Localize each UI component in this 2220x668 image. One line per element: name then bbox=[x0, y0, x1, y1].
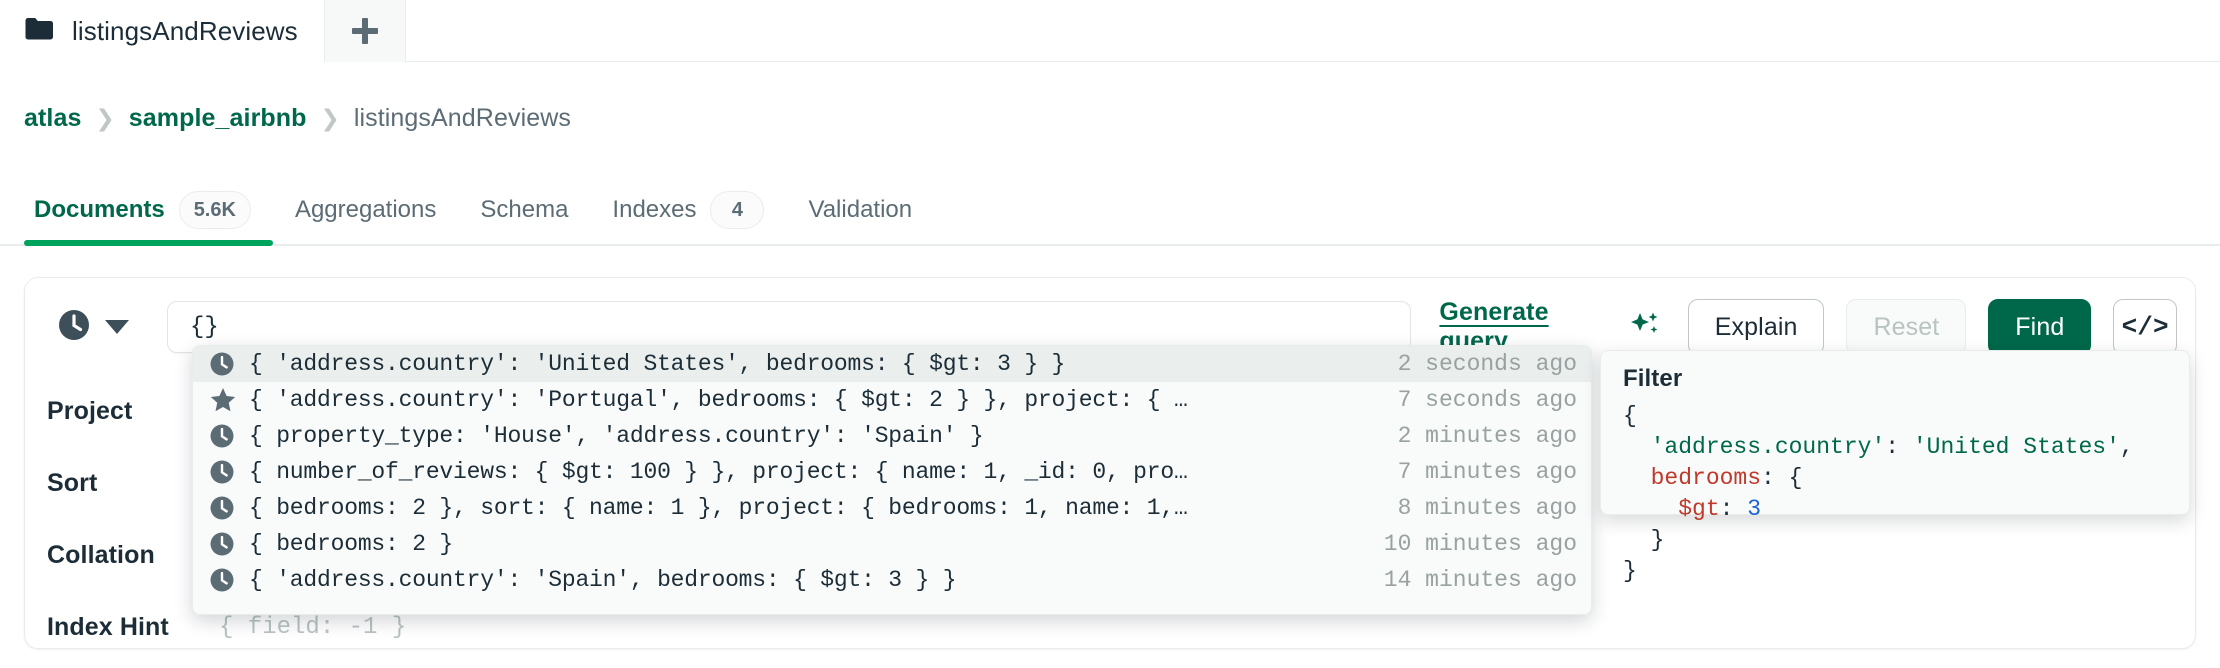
clock-icon bbox=[209, 423, 249, 449]
clock-icon bbox=[209, 351, 249, 377]
query-history-item-query: { 'address.country': 'Spain', bedrooms: … bbox=[249, 567, 957, 593]
clock-icon bbox=[209, 459, 249, 485]
filter-tooltip-code-line: $gt: 3 bbox=[1623, 496, 1762, 522]
tab-indexes-count-badge: 4 bbox=[710, 191, 765, 229]
filter-tooltip-code: { 'address.country': 'United States', be… bbox=[1623, 401, 2189, 587]
query-history-item[interactable]: { 'address.country': 'Portugal', bedroom… bbox=[193, 382, 1591, 418]
filter-tooltip-code-line: { bbox=[1623, 403, 1637, 429]
collection-nav-tabs: Documents 5.6K Aggregations Schema Index… bbox=[0, 176, 2220, 246]
plus-icon bbox=[351, 18, 378, 44]
query-history-item[interactable]: { 'address.country': 'United States', be… bbox=[193, 346, 1591, 382]
query-history-item[interactable]: { bedrooms: 2 } 10 minutes ago bbox=[193, 526, 1591, 562]
tab-validation[interactable]: Validation bbox=[786, 176, 934, 244]
collection-tab-title: listingsAndReviews bbox=[72, 15, 298, 46]
breadcrumb-separator-icon: ❯ bbox=[95, 105, 115, 131]
filter-tooltip-code-line: 'address.country': 'United States', bbox=[1623, 434, 2134, 460]
query-history-item-time: 7 minutes ago bbox=[1397, 459, 1577, 485]
filter-tooltip: Filter { 'address.country': 'United Stat… bbox=[1600, 350, 2190, 584]
query-history-item-query: { 'address.country': 'United States', be… bbox=[249, 351, 1066, 377]
filter-tooltip-title: Filter bbox=[1623, 365, 1683, 392]
reset-button[interactable]: Reset bbox=[1846, 299, 1967, 355]
tab-bar-empty-space bbox=[405, 0, 2220, 61]
explain-label: Explain bbox=[1714, 312, 1798, 341]
query-history-item-query: { bedrooms: 2 }, sort: { name: 1 }, proj… bbox=[249, 495, 1188, 521]
mongodb-compass-window: listingsAndReviews atlas ❯ sample_airbnb… bbox=[0, 0, 2220, 668]
collection-tab[interactable]: listingsAndReviews bbox=[0, 0, 324, 62]
query-history-item-query: { bedrooms: 2 } bbox=[249, 531, 454, 557]
query-history-item-time: 10 minutes ago bbox=[1383, 531, 1577, 557]
export-to-language-button[interactable]: </> bbox=[2113, 299, 2177, 355]
clock-icon bbox=[209, 567, 249, 593]
query-history-item-time: 2 seconds ago bbox=[1397, 351, 1577, 377]
query-history-dropdown[interactable]: { 'address.country': 'United States', be… bbox=[192, 345, 1592, 615]
code-icon: </> bbox=[2121, 312, 2169, 342]
breadcrumb-separator-icon: ❯ bbox=[320, 105, 340, 131]
query-history-item-query: { 'address.country': 'Portugal', bedroom… bbox=[249, 387, 1188, 413]
query-history-item[interactable]: { bedrooms: 2 }, sort: { name: 1 }, proj… bbox=[193, 490, 1591, 526]
sparkle-icon bbox=[1628, 308, 1662, 347]
query-history-item-query: { number_of_reviews: { $gt: 100 } }, pro… bbox=[249, 459, 1188, 485]
collection-tab-bar: listingsAndReviews bbox=[0, 0, 2220, 62]
tab-indexes[interactable]: Indexes 4 bbox=[590, 176, 786, 244]
find-label: Find bbox=[2015, 312, 2065, 341]
index-hint-label: Index Hint bbox=[47, 612, 169, 641]
tab-indexes-label: Indexes bbox=[612, 196, 697, 223]
new-tab-button[interactable] bbox=[323, 0, 406, 62]
query-history-item-time: 2 minutes ago bbox=[1397, 423, 1577, 449]
query-history-item[interactable]: { 'address.country': 'Spain', bedrooms: … bbox=[193, 562, 1591, 598]
folder-icon bbox=[24, 16, 54, 47]
tab-validation-label: Validation bbox=[808, 196, 913, 223]
breadcrumb-item-atlas[interactable]: atlas bbox=[24, 104, 81, 133]
query-filter-value: {} bbox=[190, 313, 219, 341]
chevron-down-icon bbox=[105, 320, 129, 334]
query-history-item[interactable]: { number_of_reviews: { $gt: 100 } }, pro… bbox=[193, 454, 1591, 490]
tab-documents[interactable]: Documents 5.6K bbox=[24, 176, 273, 246]
clock-icon bbox=[209, 495, 249, 521]
query-history-item-time: 8 minutes ago bbox=[1397, 495, 1577, 521]
filter-tooltip-code-line: bedrooms: { bbox=[1623, 465, 1803, 491]
query-history-item-time: 14 minutes ago bbox=[1383, 567, 1577, 593]
index-hint-placeholder: { field: -1 } bbox=[219, 613, 407, 641]
query-history-item-query: { property_type: 'House', 'address.count… bbox=[249, 423, 984, 449]
query-history-item[interactable]: { property_type: 'House', 'address.count… bbox=[193, 418, 1591, 454]
favorite-icon bbox=[209, 386, 249, 414]
clock-icon bbox=[209, 531, 249, 557]
explain-button[interactable]: Explain bbox=[1687, 299, 1825, 355]
tab-schema[interactable]: Schema bbox=[458, 176, 590, 244]
breadcrumb-item-database[interactable]: sample_airbnb bbox=[129, 104, 307, 133]
breadcrumb-item-collection: listingsAndReviews bbox=[353, 104, 571, 132]
tab-schema-label: Schema bbox=[480, 196, 569, 223]
find-button[interactable]: Find bbox=[1988, 299, 2092, 355]
filter-tooltip-code-line: } bbox=[1623, 527, 1665, 553]
filter-tooltip-code-line: } bbox=[1623, 558, 1637, 584]
tab-documents-count-badge: 5.6K bbox=[178, 191, 251, 229]
tab-documents-label: Documents bbox=[34, 196, 165, 223]
query-history-item-time: 7 seconds ago bbox=[1397, 387, 1577, 413]
tab-aggregations[interactable]: Aggregations bbox=[273, 176, 458, 244]
reset-label: Reset bbox=[1873, 312, 1940, 341]
clock-icon bbox=[57, 308, 91, 347]
query-history-button[interactable] bbox=[47, 301, 139, 353]
breadcrumb: atlas ❯ sample_airbnb ❯ listingsAndRevie… bbox=[24, 104, 571, 133]
tab-aggregations-label: Aggregations bbox=[294, 196, 437, 223]
